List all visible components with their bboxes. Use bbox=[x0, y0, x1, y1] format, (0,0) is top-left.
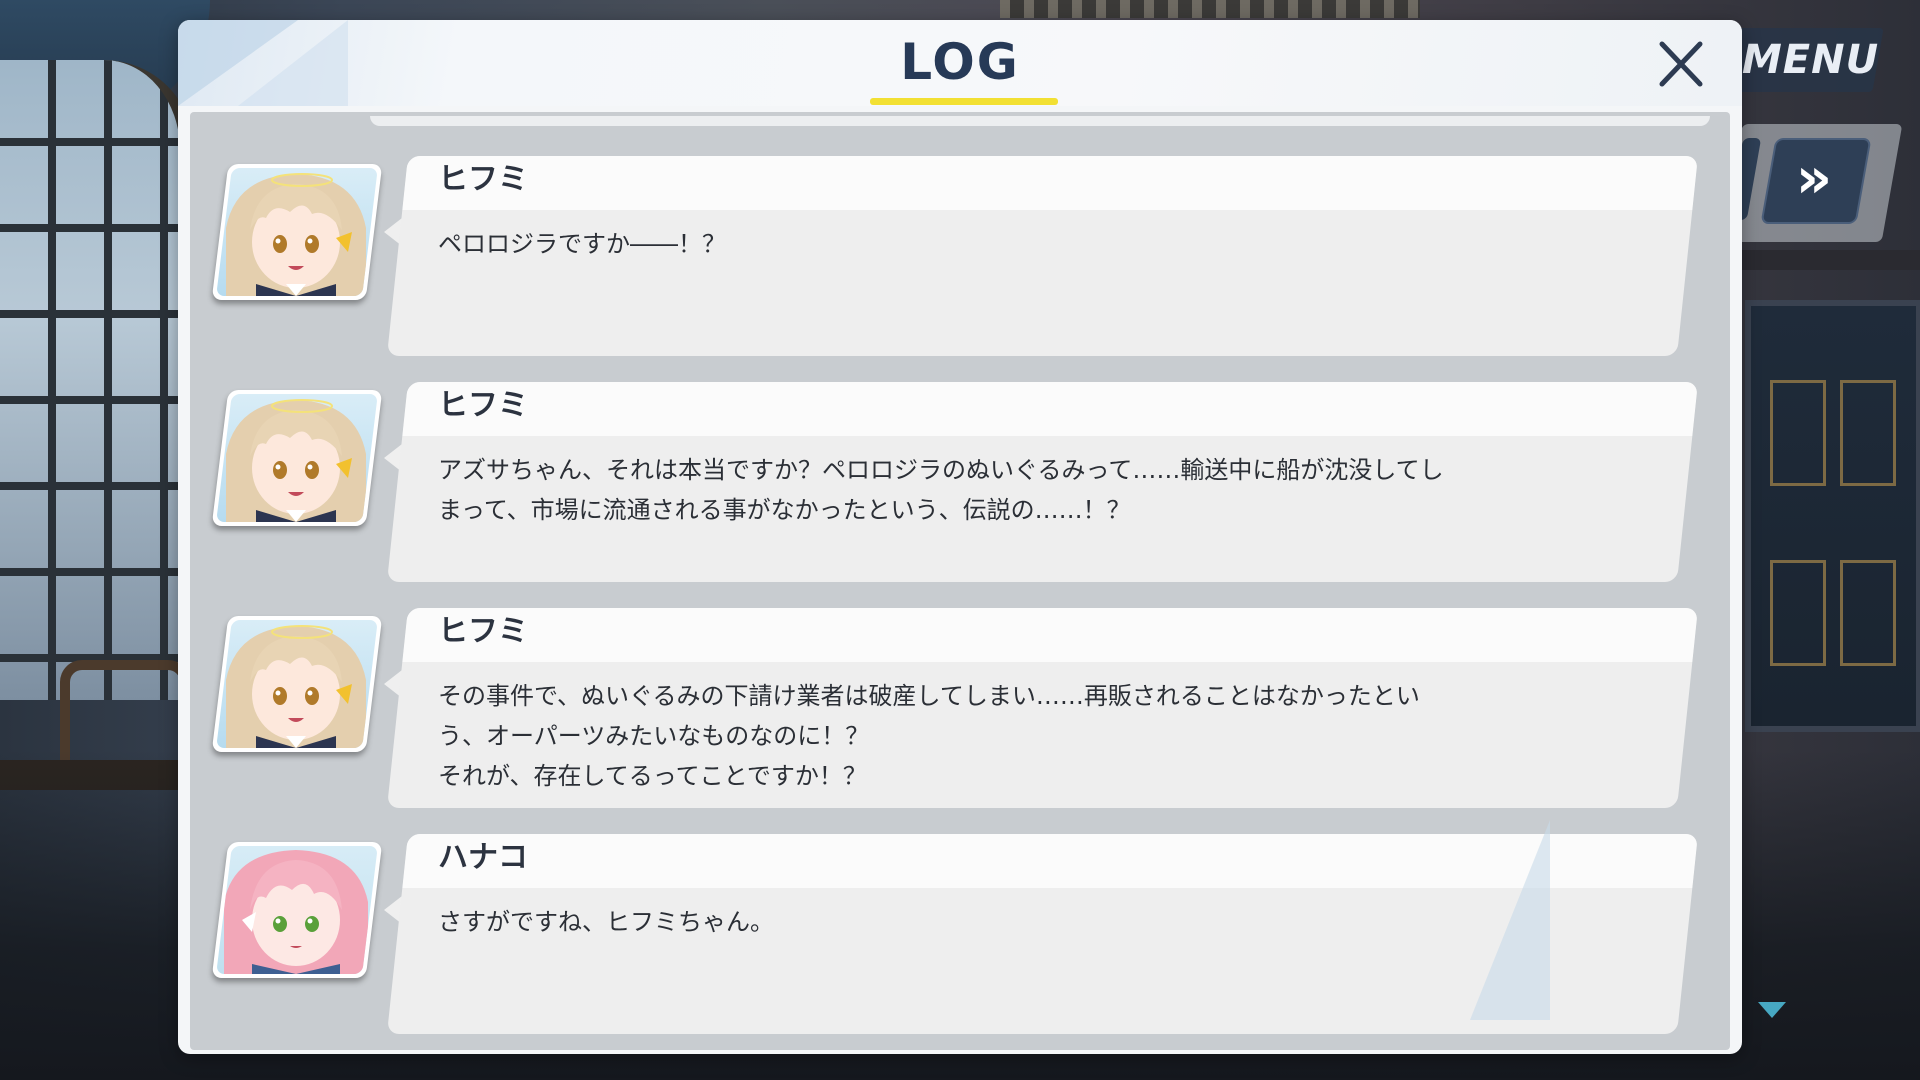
speaker-portrait[interactable] bbox=[211, 390, 383, 526]
speaker-name-bar bbox=[402, 382, 1699, 436]
log-title: LOG bbox=[900, 33, 1020, 91]
speaker-name: ハナコ bbox=[438, 840, 528, 875]
close-button[interactable] bbox=[1650, 36, 1712, 94]
previous-entry-edge bbox=[370, 116, 1710, 126]
log-entry: ヒフミ アズサちゃん、それは本当ですか？ペロロジラのぬいぐるみって……輸送中に船… bbox=[190, 358, 1730, 582]
speaker-name: ヒフミ bbox=[438, 162, 528, 197]
dialogue-text: さすがですね、ヒフミちゃん。 bbox=[438, 908, 774, 936]
background-door-panel bbox=[1840, 380, 1896, 486]
hifumi-portrait-icon bbox=[226, 399, 366, 522]
speaker-name: ヒフミ bbox=[438, 614, 528, 649]
log-entry: ヒフミ ペロロジラですか――！？ bbox=[190, 132, 1730, 356]
speaker-name-bar bbox=[402, 608, 1699, 662]
speaker-name-bar bbox=[402, 156, 1699, 210]
dialogue-text: ペロロジラですか――！？ bbox=[438, 230, 726, 258]
menu-button-label[interactable]: MENU bbox=[1742, 34, 1878, 86]
portrait-frame bbox=[216, 620, 378, 748]
background-door-panel bbox=[1840, 560, 1896, 666]
game-screen: MENU » LOG ヒフミ ペロロジラですか――！？ ヒフミ アズサちゃん、そ… bbox=[0, 0, 1920, 1080]
speaker-name: ヒフミ bbox=[438, 388, 528, 423]
background-door-panel bbox=[1770, 560, 1826, 666]
header-decoration bbox=[238, 20, 348, 106]
log-header: LOG bbox=[178, 20, 1742, 106]
log-entry: ヒフミ その事件で、ぬいぐるみの下請け業者は破産してしまい……再販されることはな… bbox=[190, 584, 1730, 808]
portrait-frame bbox=[216, 394, 378, 522]
portrait-frame bbox=[216, 846, 378, 974]
background-chandelier bbox=[1000, 0, 1420, 18]
hifumi-portrait-icon bbox=[226, 173, 366, 296]
close-icon[interactable] bbox=[1650, 36, 1712, 94]
hifumi-portrait-icon bbox=[226, 625, 366, 748]
background-window bbox=[0, 60, 194, 700]
dialogue-text: アズサちゃん、それは本当ですか？ペロロジラのぬいぐるみって……輸送中に船が沈没し… bbox=[438, 456, 1444, 524]
dialog-corner-decoration bbox=[1470, 820, 1550, 1020]
scroll-down-icon[interactable] bbox=[1758, 1002, 1786, 1018]
background-door bbox=[1745, 300, 1920, 732]
background-door-panel bbox=[1770, 380, 1826, 486]
speaker-portrait[interactable] bbox=[211, 164, 383, 300]
speaker-portrait[interactable] bbox=[211, 616, 383, 752]
log-title-underline bbox=[870, 98, 1058, 105]
hanako-portrait-icon bbox=[224, 850, 368, 974]
portrait-frame bbox=[216, 168, 378, 296]
dialogue-text: その事件で、ぬいぐるみの下請け業者は破産してしまい……再販されることはなかったと… bbox=[438, 682, 1420, 790]
speaker-portrait[interactable] bbox=[211, 842, 383, 978]
fast-forward-icon[interactable]: » bbox=[1768, 138, 1860, 220]
background-beam bbox=[1735, 250, 1920, 270]
